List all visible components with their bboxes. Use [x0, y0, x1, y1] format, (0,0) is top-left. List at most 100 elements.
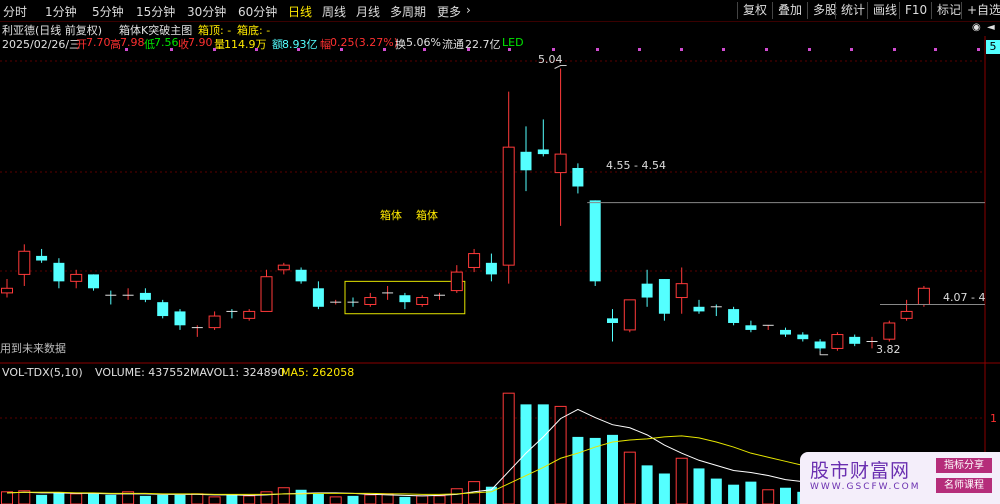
site-name: 股市财富网 [810, 460, 911, 482]
candle-body [900, 310, 913, 319]
mavol1-value-text: MAVOL1: 324890 [190, 366, 285, 379]
candle-body [88, 274, 99, 289]
marker-dot [680, 48, 683, 51]
candle-body [208, 315, 221, 329]
right-price-label: 4.07 - 4 [943, 291, 986, 304]
candle-body [312, 288, 324, 307]
marker-dot [638, 48, 641, 51]
candle-body [243, 310, 256, 319]
candle-body [18, 250, 31, 275]
volume-bar [762, 489, 775, 504]
future-data-note: 用到未来数据 [0, 342, 66, 355]
volume-bar [693, 468, 705, 504]
candle-body [814, 341, 826, 349]
ma5-line [6, 435, 924, 495]
volume-bar [502, 392, 515, 504]
candle-body [36, 255, 48, 261]
candle-body [485, 262, 497, 275]
volume-indicator-name[interactable]: VOL-TDX(5,10) [2, 366, 83, 379]
volume-bar [347, 495, 359, 504]
candle-body [572, 167, 584, 187]
volume-bar [260, 491, 273, 504]
candle-body [917, 287, 930, 305]
candle-body [780, 329, 791, 335]
candle-body [295, 269, 307, 282]
site-url: WWW.GSCFW.COM [810, 482, 921, 492]
candle-body [416, 297, 429, 305]
volume-bar [623, 451, 636, 504]
volume-bar [589, 437, 601, 504]
volume-bar [607, 434, 618, 504]
candle-body [883, 322, 896, 340]
marker-dot [125, 48, 128, 51]
tag-indicator-share[interactable]: 指标分享 [936, 458, 992, 473]
volume-bar [312, 493, 324, 504]
volume-bar [329, 496, 342, 504]
marker-dot [297, 48, 300, 51]
volume-bar [433, 495, 446, 504]
candle-body [728, 309, 740, 323]
marker-dot [552, 48, 555, 51]
candle-body [174, 311, 186, 326]
volume-bar [745, 481, 757, 504]
candle-body [277, 264, 290, 271]
marker-dot [977, 48, 980, 51]
marker-dot [508, 48, 511, 51]
volume-bar [537, 404, 549, 504]
volume-bar [364, 494, 377, 504]
volume-bar [520, 404, 532, 504]
box-label-2: 箱体 [416, 209, 438, 222]
candlestick-chart[interactable] [0, 0, 1000, 504]
marker-dot [170, 48, 173, 51]
volume-bar [105, 494, 117, 504]
volume-bar [641, 465, 653, 504]
ma5-value-text: MA5: 262058 [281, 366, 355, 379]
box-label-1: 箱体 [380, 209, 402, 222]
volume-bar [191, 493, 204, 504]
candle-body [745, 325, 757, 330]
candle-body [399, 295, 411, 303]
marker-dot [383, 48, 386, 51]
volume-bar [295, 489, 307, 504]
low-price-label: 3.82 [876, 343, 901, 356]
volume-bar [53, 492, 65, 504]
candle-body [537, 149, 549, 155]
candle-body [450, 271, 463, 292]
marker-dot [255, 48, 258, 51]
marker-dot [722, 48, 725, 51]
candle-body [554, 153, 567, 174]
marker-dot [596, 48, 599, 51]
volume-bar [243, 495, 256, 504]
candle-body [849, 336, 861, 344]
volume-value-text: VOLUME: 437552 [95, 366, 191, 379]
volume-bar [399, 496, 411, 504]
mavol1-line [6, 408, 924, 497]
candle-body [468, 253, 481, 268]
marker-dot [808, 48, 811, 51]
volume-bar [226, 494, 238, 504]
volume-bar [572, 436, 584, 504]
volume-bar [36, 494, 48, 504]
volume-bar [780, 487, 791, 504]
candle-body [589, 200, 601, 282]
tag-teacher-course[interactable]: 名师课程 [936, 478, 992, 493]
candle-body [623, 299, 636, 331]
marker-dot [893, 48, 896, 51]
volume-bar [710, 478, 722, 504]
high-price-label: 5.04 [538, 53, 563, 66]
volume-bar [174, 494, 186, 504]
price-axis-label: 5 [986, 40, 1000, 54]
candle-body [693, 306, 705, 312]
volume-bar [554, 405, 567, 504]
marker-dot [850, 48, 853, 51]
volume-bar [728, 484, 740, 504]
volume-bar [208, 496, 221, 504]
marker-dot [467, 48, 470, 51]
volume-bar [157, 494, 169, 504]
marker-dot [765, 48, 768, 51]
candle-body [1, 287, 13, 294]
volume-bar [70, 493, 83, 504]
candle-body [70, 273, 83, 282]
candle-body [260, 276, 273, 312]
volume-bar [88, 492, 99, 504]
